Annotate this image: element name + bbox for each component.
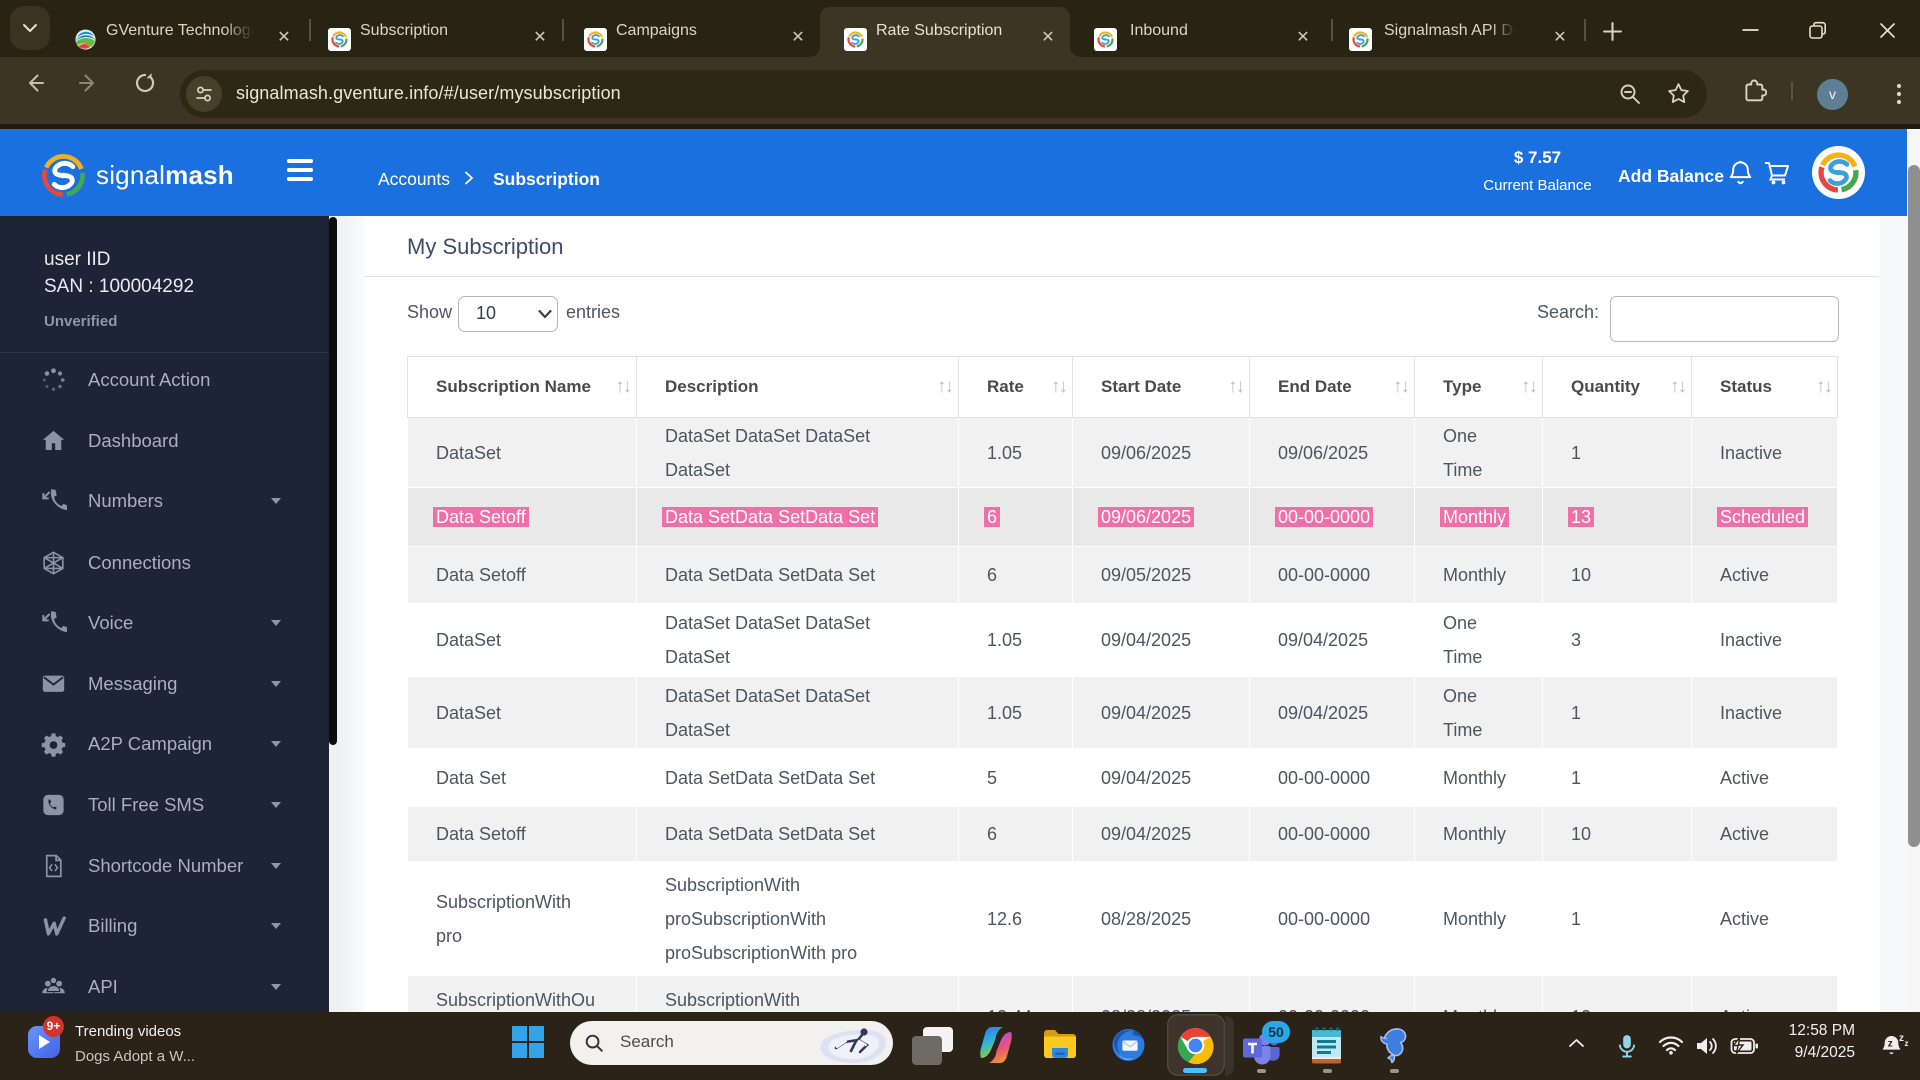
svg-text:z: z	[1905, 1039, 1909, 1048]
svg-text:z: z	[1899, 1033, 1904, 1044]
svg-text:z: z	[1888, 1039, 1893, 1050]
